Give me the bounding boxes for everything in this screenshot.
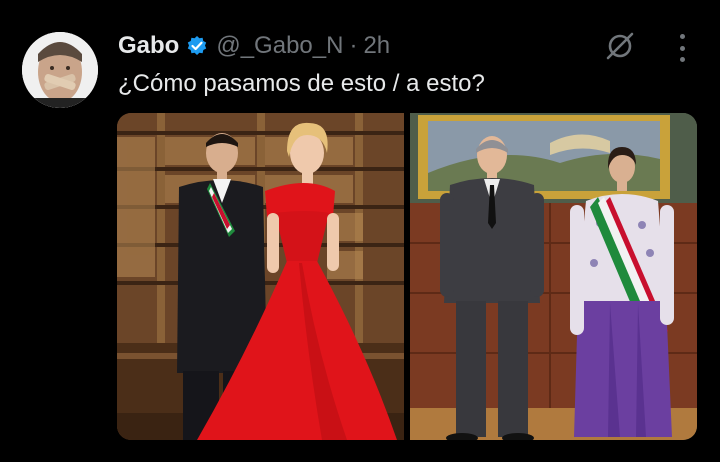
user-handle[interactable]: @_Gabo_N [216, 32, 343, 60]
photo-left[interactable] [117, 113, 404, 440]
grok-icon[interactable] [604, 30, 636, 62]
more-options-icon[interactable] [670, 34, 694, 62]
tweet-header: Gabo @_Gabo_N · 2h [118, 30, 390, 62]
tweet[interactable]: Gabo @_Gabo_N · 2h ¿Cómo pasamos de esto… [0, 0, 720, 462]
display-name[interactable]: Gabo [118, 32, 179, 60]
tweet-media[interactable] [117, 113, 697, 440]
separator-dot: · [349, 32, 358, 59]
tweet-text: ¿Cómo pasamos de esto / a esto? [118, 70, 485, 97]
verified-badge-icon [186, 35, 208, 57]
avatar[interactable] [22, 32, 98, 108]
photo-right[interactable] [410, 113, 697, 440]
timestamp[interactable]: 2h [363, 32, 390, 60]
